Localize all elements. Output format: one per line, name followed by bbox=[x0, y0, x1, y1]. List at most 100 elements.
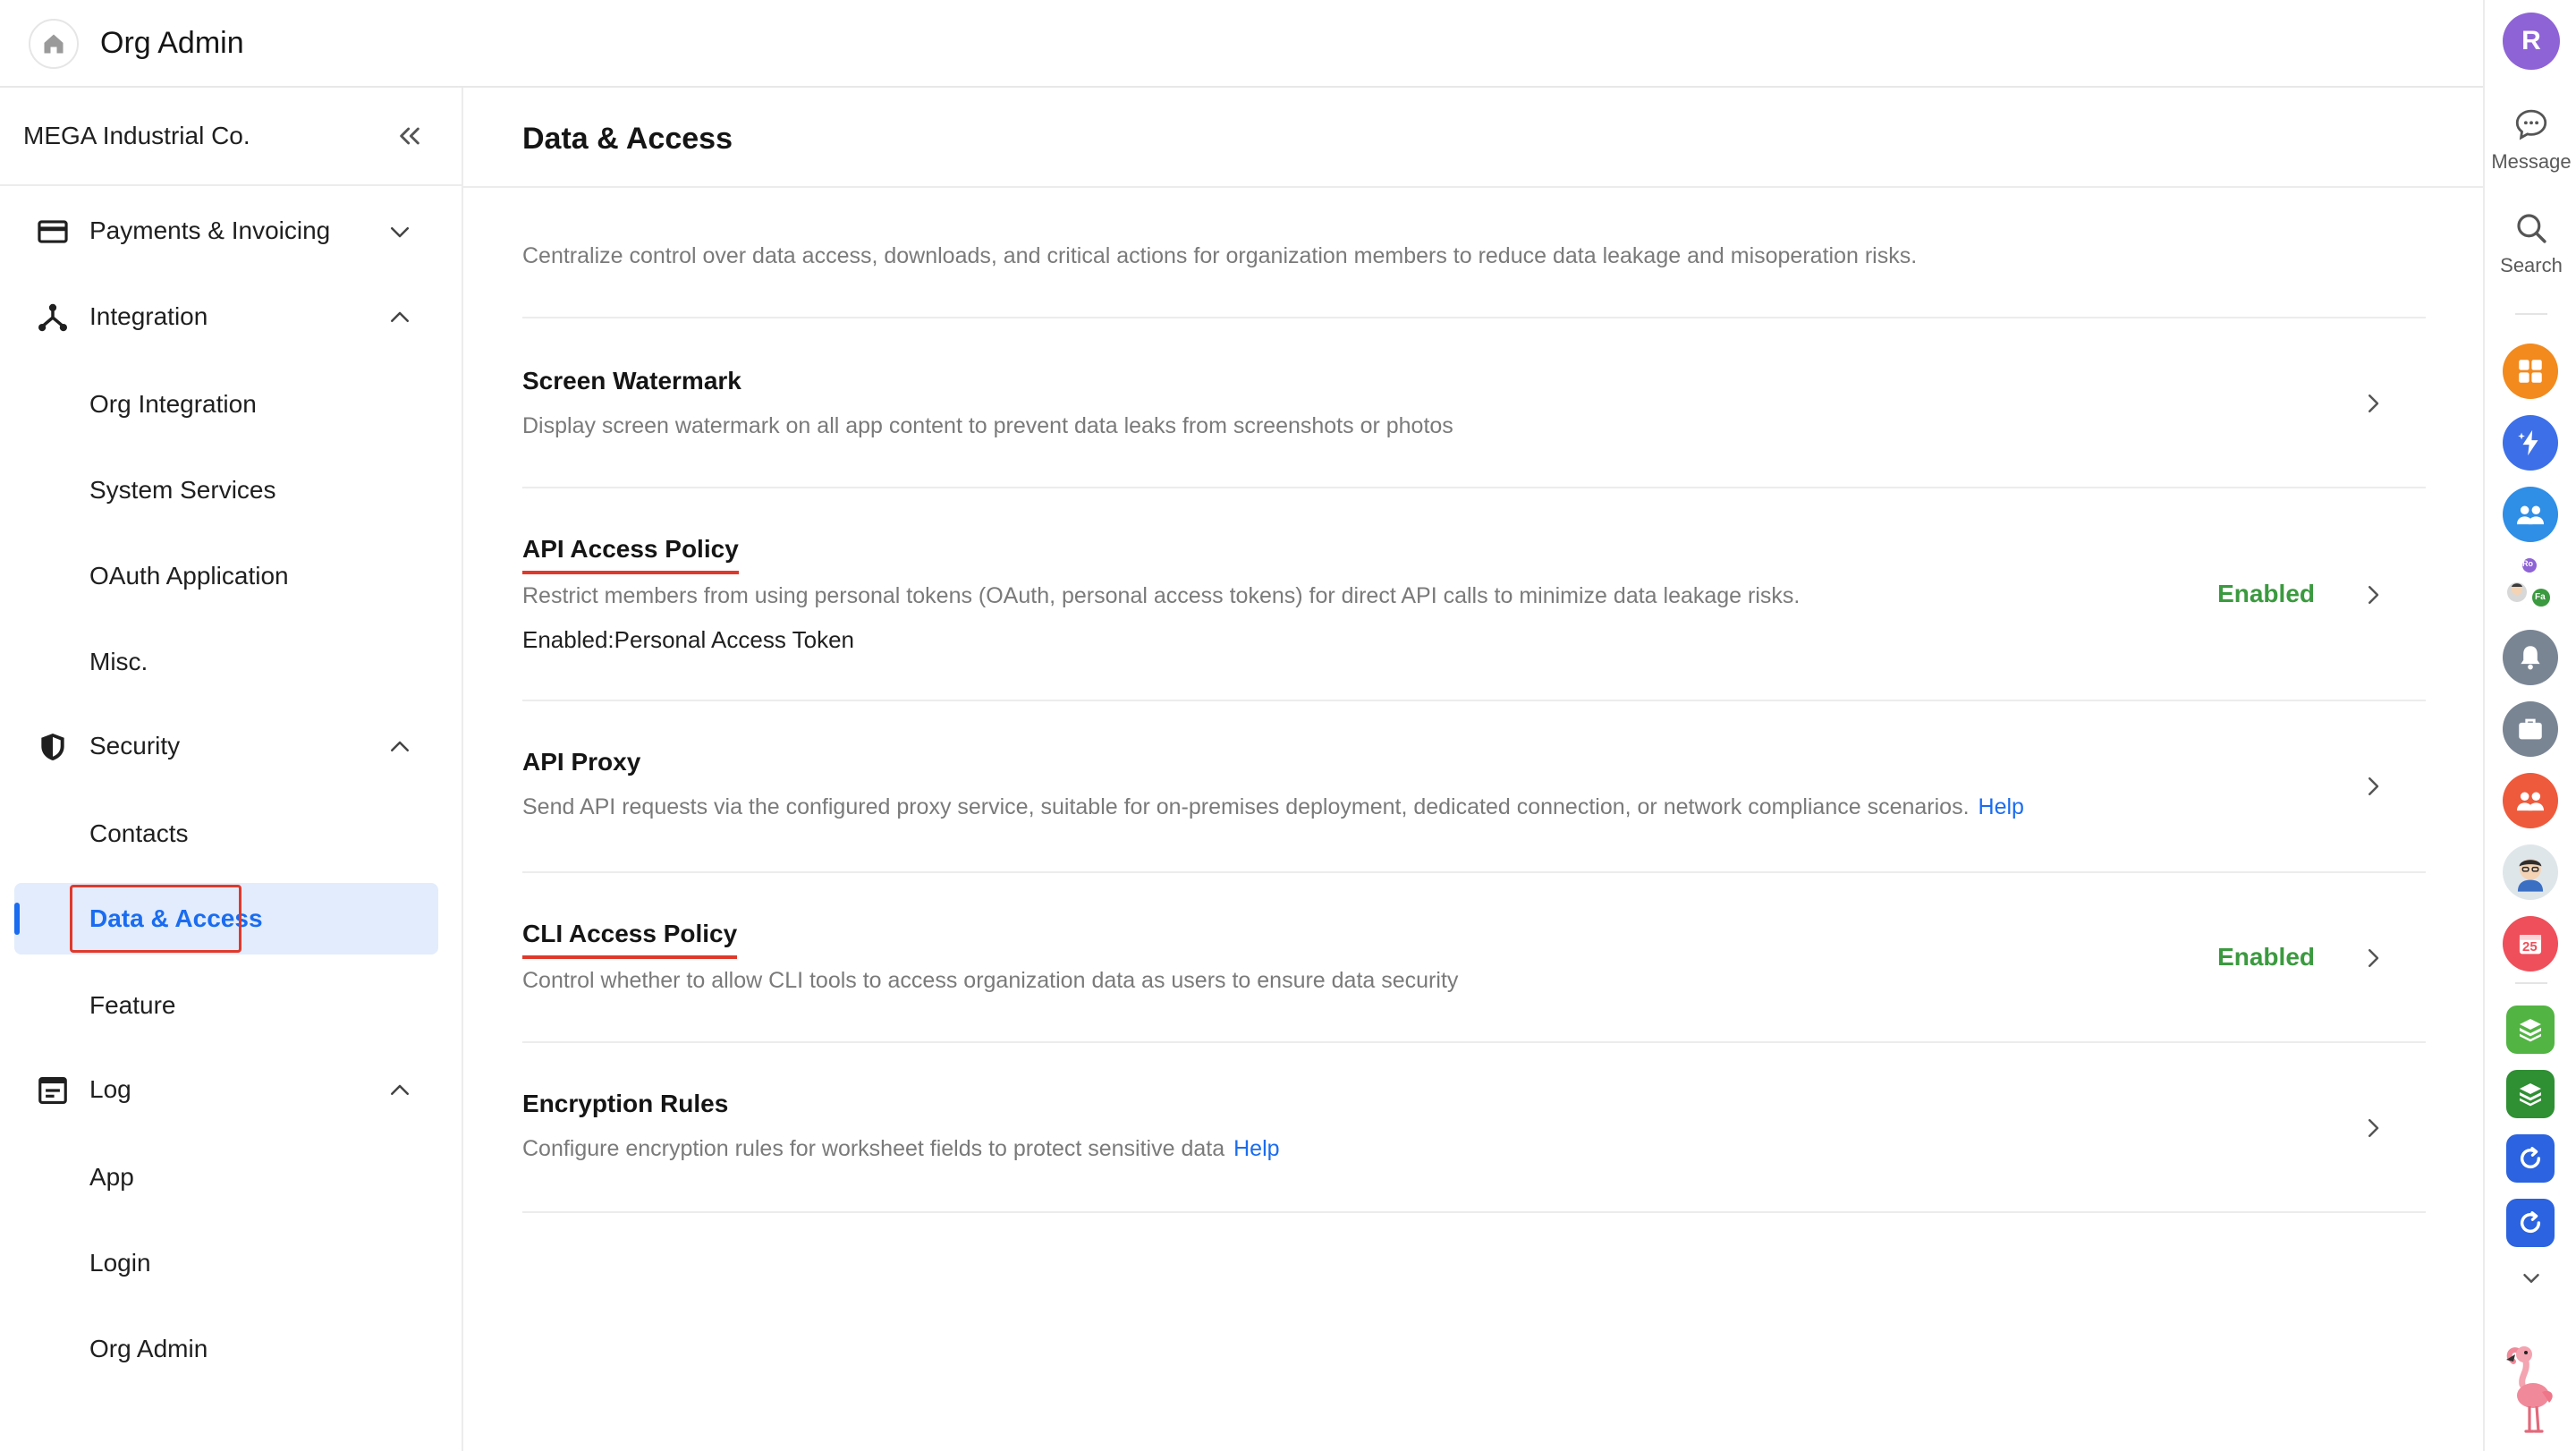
sidebar-item-app[interactable]: App bbox=[14, 1141, 438, 1213]
help-link[interactable]: Help bbox=[1979, 794, 2024, 819]
app-shortcut-user[interactable] bbox=[2503, 844, 2558, 900]
app-shortcut-team[interactable] bbox=[2503, 773, 2558, 828]
package-icon bbox=[2520, 1019, 2541, 1042]
flamingo-mascot[interactable] bbox=[2485, 1342, 2576, 1440]
setting-description: Send API requests via the configured pro… bbox=[522, 794, 2024, 820]
setting-detail: Enabled:Personal Access Token bbox=[522, 626, 854, 653]
chevron-up-icon bbox=[391, 311, 409, 322]
people-icon bbox=[2516, 505, 2545, 525]
search-label: Search bbox=[2500, 254, 2563, 276]
sidebar-item-system-services[interactable]: System Services bbox=[14, 454, 438, 526]
nav-group-payments[interactable]: Payments & Invoicing bbox=[0, 188, 462, 274]
page-description: Centralize control over data access, dow… bbox=[522, 243, 1918, 268]
nav-group-label: Security bbox=[89, 732, 181, 759]
rail-divider bbox=[2515, 313, 2547, 315]
sidebar-item-label: App bbox=[89, 1163, 134, 1191]
app-shortcut-notifications[interactable] bbox=[2503, 630, 2558, 685]
nav-group-log[interactable]: Log bbox=[0, 1047, 462, 1133]
lightning-icon bbox=[2518, 429, 2538, 456]
package-icon bbox=[2520, 1083, 2541, 1107]
setting-row-screen-watermark[interactable]: Screen Watermark Display screen watermar… bbox=[522, 317, 2426, 487]
message-icon bbox=[2515, 109, 2547, 140]
setting-description-text: Configure encryption rules for worksheet… bbox=[522, 1136, 1225, 1161]
nav-group-label: Log bbox=[89, 1075, 131, 1103]
integration-icon bbox=[38, 303, 67, 332]
rail-expand-button[interactable] bbox=[2485, 1265, 2576, 1292]
sidebar-item-misc[interactable]: Misc. bbox=[14, 626, 438, 698]
nav-group-security[interactable]: Security bbox=[0, 703, 462, 789]
sidebar-item-label: Misc. bbox=[89, 648, 148, 675]
sidebar-item-label: Org Admin bbox=[89, 1335, 208, 1362]
app-shortcut-group-chat[interactable]: Ro Fa bbox=[2503, 558, 2558, 614]
message-button[interactable]: Message bbox=[2485, 106, 2576, 174]
sidebar-item-label: OAuth Application bbox=[89, 562, 289, 590]
credit-card-icon bbox=[38, 220, 68, 243]
sidebar-item-contacts[interactable]: Contacts bbox=[14, 798, 438, 870]
setting-row-encryption-rules[interactable]: Encryption Rules Configure encryption ru… bbox=[522, 1041, 2426, 1211]
sidebar-item-org-integration[interactable]: Org Integration bbox=[14, 369, 438, 440]
double-chevron-left-icon[interactable] bbox=[395, 122, 424, 150]
person-avatar-icon bbox=[2517, 858, 2544, 892]
team-icon bbox=[2516, 792, 2545, 811]
highlight-box bbox=[70, 885, 242, 953]
chevron-right-icon bbox=[2368, 777, 2379, 795]
flamingo-icon bbox=[2506, 1346, 2553, 1433]
briefcase-icon bbox=[2519, 718, 2542, 740]
setting-title: CLI Access Policy bbox=[522, 920, 738, 959]
setting-title: Screen Watermark bbox=[522, 367, 741, 395]
chevron-down-icon bbox=[391, 227, 409, 238]
app-title: Org Admin bbox=[100, 26, 244, 60]
active-indicator bbox=[14, 903, 20, 935]
app-shortcut-sync-2[interactable] bbox=[2506, 1199, 2555, 1247]
setting-row-cli-access-policy[interactable]: CLI Access Policy Control whether to all… bbox=[522, 871, 2426, 1041]
home-button[interactable] bbox=[29, 19, 79, 69]
setting-description: Restrict members from using personal tok… bbox=[522, 583, 1800, 609]
group-avatar-initials-a: Ro bbox=[2522, 559, 2533, 568]
app-shortcut-ai[interactable] bbox=[2503, 415, 2558, 471]
chevron-right-icon bbox=[2368, 949, 2379, 967]
sidebar-item-label: Org Integration bbox=[89, 390, 257, 418]
setting-title: Encryption Rules bbox=[522, 1090, 729, 1117]
divider bbox=[522, 1211, 2426, 1213]
app-shortcut-sync-1[interactable] bbox=[2506, 1134, 2555, 1183]
chevron-up-icon bbox=[391, 1084, 409, 1095]
chevron-up-icon bbox=[391, 741, 409, 751]
nav-group-integration[interactable]: Integration bbox=[0, 274, 462, 360]
page-title: Data & Access bbox=[522, 122, 733, 156]
app-shortcut-package-1[interactable] bbox=[2506, 1006, 2555, 1054]
app-shortcut-contacts[interactable] bbox=[2503, 487, 2558, 542]
help-link[interactable]: Help bbox=[1233, 1136, 1279, 1161]
app-shortcut-workbench[interactable] bbox=[2503, 701, 2558, 757]
nav-group-label: Payments & Invoicing bbox=[89, 216, 331, 244]
grid-icon bbox=[2519, 360, 2542, 383]
home-icon bbox=[44, 34, 64, 54]
right-rail: R Message Search Ro Fa 25 bbox=[2483, 0, 2576, 1451]
setting-description: Configure encryption rules for worksheet… bbox=[522, 1136, 1280, 1162]
setting-description-text: Display screen watermark on all app cont… bbox=[522, 413, 1453, 438]
sidebar-item-feature[interactable]: Feature bbox=[14, 970, 438, 1041]
sidebar-item-data-access[interactable]: Data & Access bbox=[14, 883, 438, 955]
group-avatar-initials-b: Fa bbox=[2535, 592, 2546, 602]
sidebar-item-label: System Services bbox=[89, 476, 276, 504]
setting-title: API Proxy bbox=[522, 748, 641, 776]
sidebar-item-label: Login bbox=[89, 1249, 151, 1277]
setting-row-api-access-policy[interactable]: API Access Policy Restrict members from … bbox=[522, 487, 2426, 700]
sidebar-item-label: Contacts bbox=[89, 819, 189, 847]
sidebar-item-login[interactable]: Login bbox=[14, 1227, 438, 1299]
search-button[interactable]: Search bbox=[2485, 209, 2576, 277]
status-badge: Enabled bbox=[2217, 580, 2315, 607]
status-badge: Enabled bbox=[2217, 943, 2315, 971]
sidebar: MEGA Industrial Co. Payments & Invoicing… bbox=[0, 88, 463, 1451]
sidebar-item-label: Feature bbox=[89, 991, 176, 1019]
setting-description: Control whether to allow CLI tools to ac… bbox=[522, 968, 1458, 994]
sidebar-item-oauth-application[interactable]: OAuth Application bbox=[14, 540, 438, 612]
setting-row-api-proxy[interactable]: API Proxy Send API requests via the conf… bbox=[522, 700, 2426, 871]
sidebar-item-org-admin[interactable]: Org Admin bbox=[14, 1313, 438, 1385]
app-shortcut-calendar[interactable]: 25 bbox=[2503, 916, 2558, 972]
avatar[interactable]: R bbox=[2503, 13, 2560, 70]
chevron-right-icon bbox=[2368, 586, 2379, 604]
page-header: Data & Access bbox=[463, 88, 2483, 188]
app-shortcut-grid[interactable] bbox=[2503, 344, 2558, 399]
app-shortcut-package-2[interactable] bbox=[2506, 1070, 2555, 1118]
search-icon bbox=[2517, 214, 2546, 243]
